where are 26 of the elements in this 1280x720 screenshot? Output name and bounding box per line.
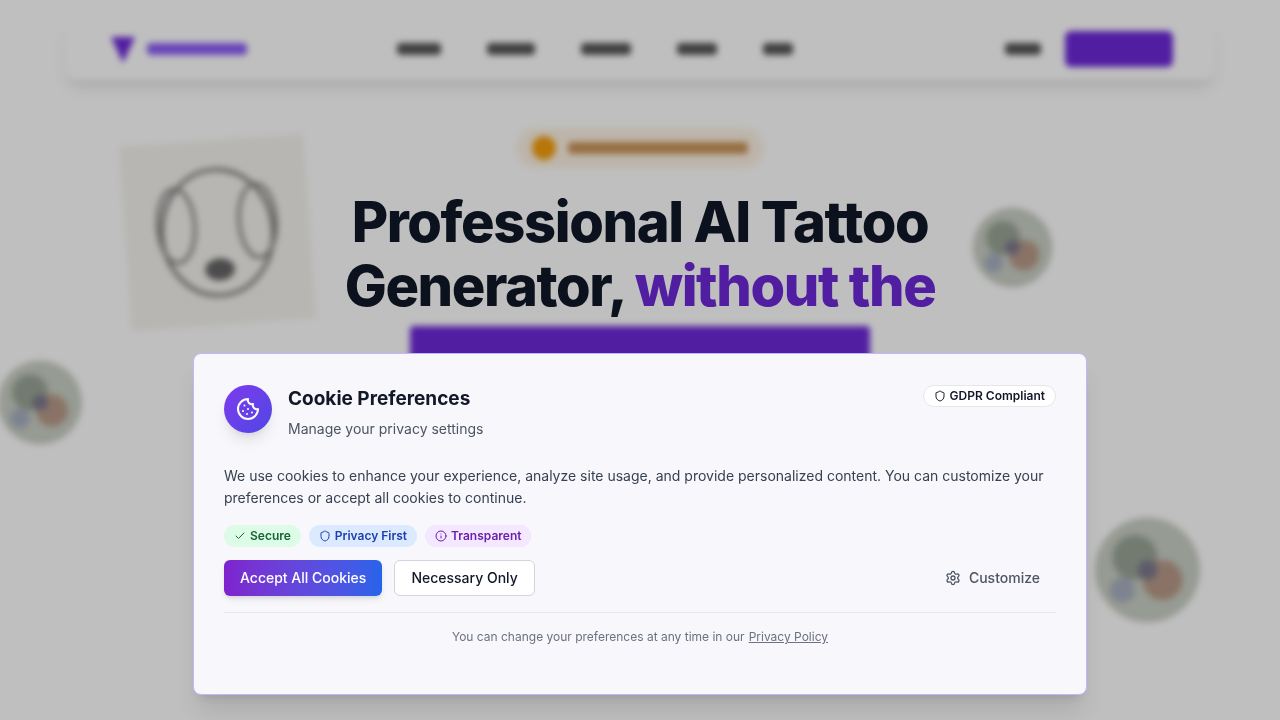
blurred-nav-link[interactable] bbox=[487, 43, 535, 55]
blurred-cta-button[interactable] bbox=[1065, 31, 1173, 67]
customize-button[interactable]: Customize bbox=[928, 560, 1056, 596]
feature-tag: Transparent bbox=[425, 525, 532, 547]
blurred-nav-link[interactable] bbox=[677, 43, 717, 55]
footer-text: You can change your preferences at any time in our bbox=[451, 629, 745, 645]
blurred-nav-link[interactable] bbox=[581, 43, 631, 55]
feature-tag: Privacy First bbox=[308, 525, 418, 547]
dialog-body: We use cookies to enhance your experience, analyze site usage, and provide personalized content. You can customize your preferences or accept all cookies to continue. bbox=[224, 466, 1045, 508]
blurred-nav-link[interactable] bbox=[397, 43, 441, 55]
privacy-policy-link[interactable]: Privacy Policy bbox=[748, 629, 829, 645]
blurred-nav-link[interactable] bbox=[763, 43, 793, 55]
dialog-subtitle: Manage your privacy settings bbox=[288, 419, 484, 439]
necessary-only-button[interactable]: Necessary Only bbox=[394, 560, 535, 596]
blurred-login-link[interactable] bbox=[1005, 43, 1041, 55]
info-icon bbox=[435, 530, 448, 542]
accept-all-button[interactable]: Accept All Cookies bbox=[224, 560, 383, 596]
dialog-title: Cookie Preferences bbox=[288, 386, 472, 412]
check-icon bbox=[234, 530, 246, 542]
shield-icon bbox=[933, 390, 946, 402]
gdpr-badge: GDPR Compliant bbox=[922, 385, 1056, 407]
headline: Professional AI Tattoo Generator, without the bbox=[343, 190, 937, 318]
shield-icon bbox=[318, 530, 331, 542]
feature-tag: Secure bbox=[224, 525, 301, 547]
settings-icon bbox=[944, 570, 961, 586]
cookie-icon bbox=[224, 385, 272, 433]
